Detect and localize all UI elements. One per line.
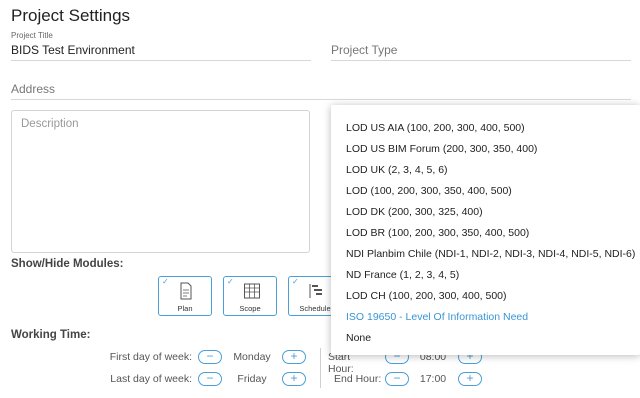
address-underline bbox=[11, 99, 631, 100]
address-input[interactable]: Address bbox=[11, 82, 55, 96]
table-icon bbox=[244, 283, 260, 299]
dropdown-option[interactable]: None bbox=[346, 332, 371, 344]
last-day-minus-button[interactable]: − bbox=[198, 372, 222, 386]
check-icon: ✓ bbox=[227, 277, 234, 286]
gantt-icon bbox=[309, 284, 322, 298]
end-hour-label: End Hour: bbox=[334, 373, 382, 385]
project-title-caption: Project Title bbox=[11, 31, 53, 40]
description-placeholder: Description bbox=[21, 118, 79, 130]
project-type-dropdown: LOD US AIA (100, 200, 300, 400, 500) LOD… bbox=[331, 105, 640, 355]
dropdown-option[interactable]: LOD DK (200, 300, 325, 400) bbox=[346, 206, 483, 218]
last-day-value: Friday bbox=[237, 373, 267, 385]
dropdown-option[interactable]: LOD BR (100, 200, 300, 350, 400, 500) bbox=[346, 227, 529, 239]
description-textarea[interactable]: Description bbox=[11, 110, 310, 253]
dropdown-option[interactable]: LOD CH (100, 200, 300, 400, 500) bbox=[346, 290, 507, 302]
last-day-plus-button[interactable]: + bbox=[282, 372, 306, 386]
module-scope-label: Scope bbox=[239, 304, 261, 313]
module-plan-label: Plan bbox=[177, 304, 193, 313]
page-title: Project Settings bbox=[11, 6, 131, 25]
dropdown-option[interactable]: ND France (1, 2, 3, 4, 5) bbox=[346, 269, 459, 281]
first-day-minus-button[interactable]: − bbox=[198, 350, 222, 364]
end-hour-plus-button[interactable]: + bbox=[458, 372, 482, 386]
dropdown-option[interactable]: LOD (100, 200, 300, 350, 400, 500) bbox=[346, 185, 512, 197]
last-day-label: Last day of week: bbox=[110, 373, 192, 385]
module-plan-toggle[interactable]: ✓ Plan bbox=[158, 276, 212, 316]
first-day-value: Monday bbox=[233, 351, 271, 363]
project-type-select[interactable]: Project Type bbox=[331, 43, 397, 57]
end-hour-value: 17:00 bbox=[419, 373, 447, 385]
project-type-underline bbox=[331, 60, 631, 61]
working-time-divider bbox=[320, 348, 321, 388]
first-day-plus-button[interactable]: + bbox=[282, 350, 306, 364]
dropdown-option-highlighted[interactable]: ISO 19650 - Level Of Information Need bbox=[346, 311, 528, 323]
end-hour-minus-button[interactable]: − bbox=[385, 372, 409, 386]
dropdown-option[interactable]: LOD US BIM Forum (200, 300, 350, 400) bbox=[346, 143, 537, 155]
dropdown-option[interactable]: NDI Planbim Chile (NDI-1, NDI-2, NDI-3, … bbox=[346, 248, 635, 260]
working-time-label: Working Time: bbox=[11, 329, 91, 341]
project-title-underline bbox=[11, 60, 311, 61]
first-day-label: First day of week: bbox=[109, 351, 192, 363]
document-icon bbox=[180, 282, 192, 300]
check-icon: ✓ bbox=[292, 277, 299, 286]
dropdown-option[interactable]: LOD UK (2, 3, 4, 5, 6) bbox=[346, 164, 448, 176]
dropdown-option[interactable]: LOD US AIA (100, 200, 300, 400, 500) bbox=[346, 122, 525, 134]
check-icon: ✓ bbox=[162, 277, 169, 286]
project-title-input[interactable]: BIDS Test Environment bbox=[11, 43, 135, 57]
modules-label: Show/Hide Modules: bbox=[11, 258, 124, 270]
module-scope-toggle[interactable]: ✓ Scope bbox=[223, 276, 277, 316]
